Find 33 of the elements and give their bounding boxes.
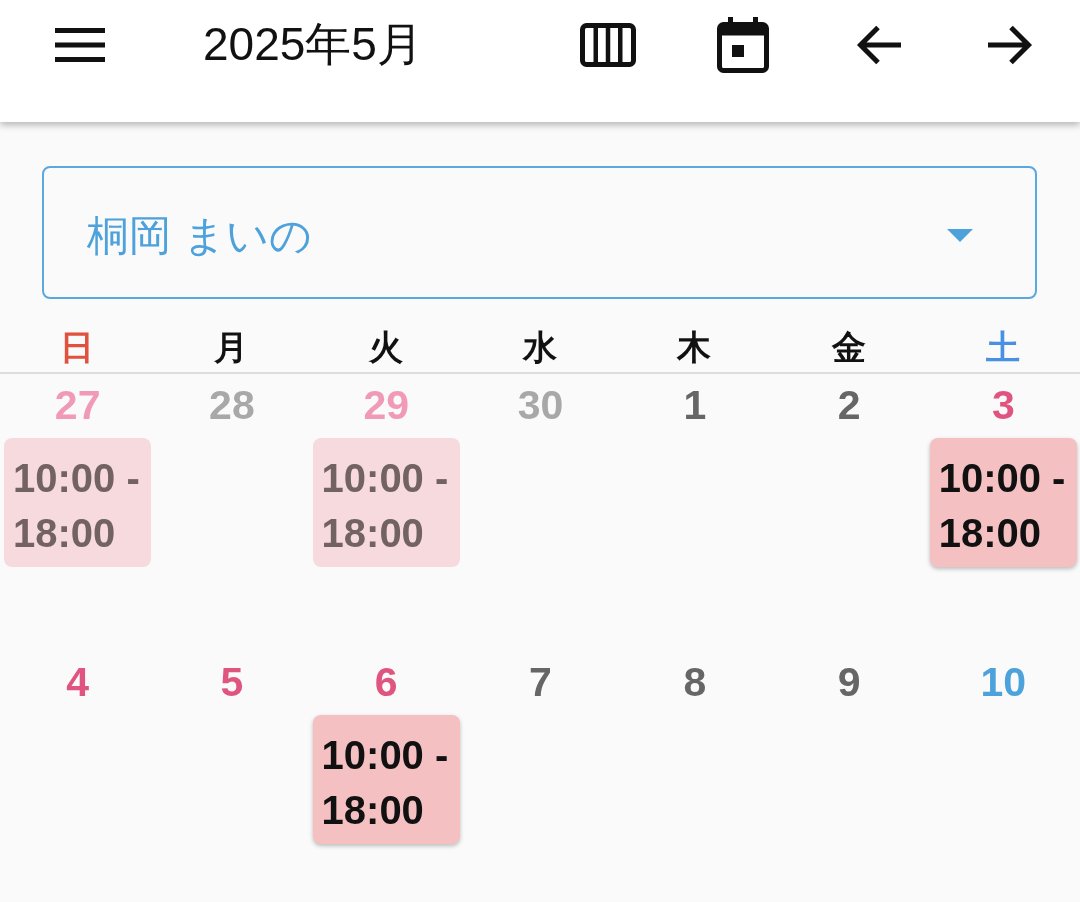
day-number[interactable]: 4 [66,656,90,708]
weekday-label: 月 [214,326,249,368]
day-number[interactable]: 2 [837,379,861,431]
shift-entry[interactable]: 10:00 - 18:00 [4,438,152,567]
day-number[interactable]: 7 [529,656,552,708]
shift-entry[interactable]: 10:00 - 18:00 [312,438,460,567]
day-number[interactable]: 3 [991,379,1015,431]
day-number[interactable]: 30 [517,379,564,431]
arrow-right-icon [988,24,1034,66]
shift-entry[interactable]: 10:00 - 18:00 [312,715,460,844]
day-number[interactable]: 8 [683,656,707,708]
day-number[interactable]: 28 [209,379,255,431]
weekday-label: 水 [523,326,557,368]
month-title: 2025年5月 [203,17,423,73]
day-number[interactable]: 29 [363,379,409,431]
weekday-label: 日 [60,326,95,368]
weekday-label: 火 [368,326,403,368]
arrow-left-icon [855,24,901,66]
day-number[interactable]: 6 [374,656,398,708]
day-number[interactable]: 5 [220,656,244,708]
day-number[interactable]: 10 [980,656,1027,708]
day-number[interactable]: 9 [837,656,861,708]
weekday-label: 木 [677,326,712,368]
staff-dropdown[interactable]: 桐岡 まいの [42,166,1037,299]
columns-icon [580,23,636,67]
weekday-label: 土 [985,326,1020,368]
calendar-icon [717,17,769,73]
weekday-label: 金 [831,326,866,368]
menu-icon [55,28,105,62]
dropdown-caret-icon [947,229,973,242]
day-number[interactable]: 27 [54,379,101,431]
day-number[interactable]: 1 [683,379,707,431]
shift-entry[interactable]: 10:00 - 18:00 [929,438,1077,567]
